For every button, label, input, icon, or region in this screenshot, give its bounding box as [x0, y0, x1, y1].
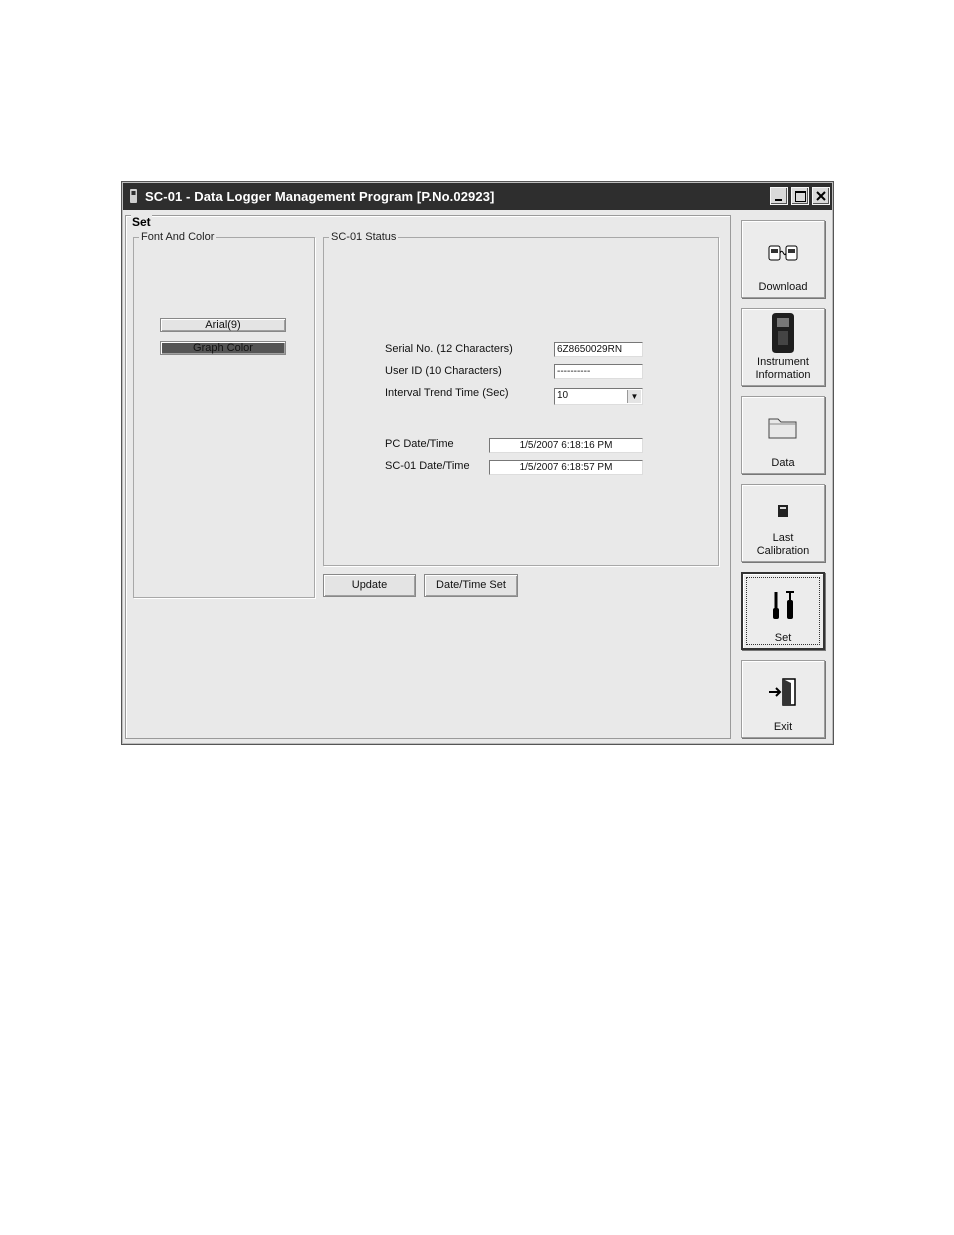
minimize-button[interactable] [770, 187, 788, 205]
set-label: Set [774, 632, 792, 644]
set-button[interactable]: Set [741, 572, 825, 650]
exit-door-icon [769, 678, 796, 706]
last-calibration-label-line1: Last [772, 532, 794, 544]
window-title: SC-01 - Data Logger Management Program [… [145, 189, 495, 204]
instrument-device-icon [772, 313, 794, 353]
serial-input[interactable]: 6Z8650029RN [554, 342, 643, 357]
download-label: Download [758, 281, 808, 293]
close-button[interactable] [812, 187, 830, 205]
font-color-group-label: Font And Color [139, 231, 217, 243]
app-icon [130, 189, 137, 203]
interval-value: 10 [557, 390, 569, 401]
folder-icon [768, 418, 797, 439]
pc-date-label: PC Date/Time [385, 438, 454, 450]
font-color-group [133, 237, 315, 598]
pc-date-value: 1/5/2007 6:18:16 PM [489, 438, 643, 453]
data-button[interactable]: Data [741, 396, 825, 474]
download-button[interactable]: Download [741, 220, 825, 298]
calibration-book-icon [778, 505, 788, 517]
download-icon [768, 245, 798, 261]
graph-color-button[interactable]: Graph Color [160, 341, 286, 355]
instrument-label-line1: Instrument [757, 356, 809, 368]
interval-label: Interval Trend Time (Sec) [385, 387, 509, 399]
maximize-icon [795, 191, 806, 202]
instrument-label-line2: Information [755, 369, 811, 381]
status-group-label: SC-01 Status [329, 231, 399, 243]
update-button[interactable]: Update [323, 574, 416, 597]
minimize-icon [775, 199, 782, 201]
font-button[interactable]: Arial(9) [160, 318, 286, 332]
chevron-down-icon[interactable]: ▼ [627, 390, 641, 403]
set-panel-label: Set [131, 215, 152, 229]
last-calibration-label-line2: Calibration [756, 545, 810, 557]
last-calibration-button[interactable]: Last Calibration [741, 484, 825, 562]
tools-icon [773, 591, 794, 619]
exit-label: Exit [773, 721, 793, 733]
data-label: Data [771, 457, 795, 469]
serial-label: Serial No. (12 Characters) [385, 343, 513, 355]
maximize-button[interactable] [791, 187, 809, 205]
status-group [323, 237, 719, 566]
sc-date-label: SC-01 Date/Time [385, 460, 470, 472]
userid-label: User ID (10 Characters) [385, 365, 502, 377]
instrument-information-button[interactable]: Instrument Information [741, 308, 825, 386]
title-bar[interactable]: SC-01 - Data Logger Management Program [… [123, 183, 832, 210]
datetime-set-button[interactable]: Date/Time Set [424, 574, 518, 597]
interval-select[interactable]: 10 ▼ [554, 388, 643, 405]
exit-button[interactable]: Exit [741, 660, 825, 738]
sc-date-value: 1/5/2007 6:18:57 PM [489, 460, 643, 475]
userid-input[interactable]: ---------- [554, 364, 643, 379]
close-icon [816, 191, 826, 201]
